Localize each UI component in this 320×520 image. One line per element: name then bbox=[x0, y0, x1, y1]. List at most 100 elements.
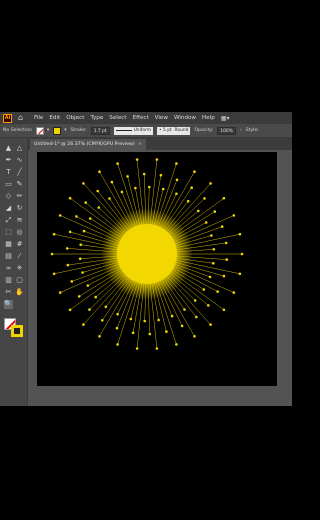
menu-effect[interactable]: Effect bbox=[133, 115, 149, 121]
burst-ray-dot[interactable] bbox=[155, 347, 159, 350]
burst-ray-dot[interactable] bbox=[195, 315, 198, 319]
burst-ray-dot[interactable] bbox=[101, 319, 104, 322]
burst-ray-dot[interactable] bbox=[197, 209, 200, 213]
free-transform-tool-icon[interactable]: ⬚ bbox=[4, 228, 13, 237]
home-icon[interactable]: ⌂ bbox=[18, 114, 26, 122]
burst-ray-dot[interactable] bbox=[82, 229, 86, 233]
burst-ray-dot[interactable] bbox=[110, 180, 114, 184]
brush-definition[interactable]: • 5 pt. Round bbox=[157, 126, 191, 135]
burst-ray-dot[interactable] bbox=[52, 232, 56, 236]
burst-ray-dot[interactable] bbox=[175, 178, 179, 182]
burst-ray-dot[interactable] bbox=[183, 308, 186, 311]
fill-stroke-widget[interactable] bbox=[4, 318, 24, 338]
burst-ray-dot[interactable] bbox=[161, 187, 165, 191]
selection-tool-icon[interactable]: ▲ bbox=[4, 144, 13, 153]
burst-ray-dot[interactable] bbox=[175, 162, 178, 165]
dropdown-arrow-icon[interactable]: ▾ bbox=[47, 128, 49, 133]
pencil-tool-icon[interactable]: ✏ bbox=[15, 192, 24, 201]
shaper-tool-icon[interactable]: ◇ bbox=[4, 192, 13, 201]
burst-ray-dot[interactable] bbox=[209, 182, 212, 185]
burst-ray-dot[interactable] bbox=[81, 271, 84, 274]
burst-ray-dot[interactable] bbox=[170, 314, 174, 318]
eraser-tool-icon[interactable]: ◢ bbox=[4, 204, 13, 213]
burst-ray-dot[interactable] bbox=[148, 332, 152, 336]
direct-selection-tool-icon[interactable]: △ bbox=[15, 144, 24, 153]
perspective-grid-tool-icon[interactable]: ▦ bbox=[4, 240, 13, 249]
burst-ray-dot[interactable] bbox=[116, 162, 119, 165]
width-tool-icon[interactable]: ≋ bbox=[15, 216, 24, 225]
burst-ray-dot[interactable] bbox=[58, 214, 62, 217]
burst-ray-dot[interactable] bbox=[65, 247, 69, 250]
burst-ray-dot[interactable] bbox=[135, 158, 139, 161]
burst-ray-dot[interactable] bbox=[165, 330, 168, 333]
burst-ray-dot[interactable] bbox=[50, 252, 54, 256]
menu-object[interactable]: Object bbox=[66, 115, 84, 121]
burst-ray-dot[interactable] bbox=[209, 323, 212, 326]
burst-ray-dot[interactable] bbox=[78, 257, 82, 260]
burst-ray-dot[interactable] bbox=[134, 186, 137, 190]
opacity-field[interactable]: 100% bbox=[217, 126, 236, 135]
menu-window[interactable]: Window bbox=[174, 115, 196, 121]
burst-ray-dot[interactable] bbox=[148, 185, 151, 189]
variable-width-profile[interactable]: Uniform bbox=[113, 126, 154, 135]
close-icon[interactable]: × bbox=[138, 142, 142, 147]
burst-ray-dot[interactable] bbox=[75, 215, 78, 218]
opacity-label[interactable]: Opacity: bbox=[194, 128, 213, 133]
burst-ray-dot[interactable] bbox=[186, 199, 190, 203]
menu-type[interactable]: Type bbox=[90, 115, 103, 121]
burst-ray-dot[interactable] bbox=[232, 214, 236, 217]
burst-ray-dot[interactable] bbox=[68, 230, 72, 234]
hand-tool-icon[interactable]: ✋ bbox=[15, 288, 24, 297]
burst-ray-dot[interactable] bbox=[58, 291, 62, 294]
burst-ray-dot[interactable] bbox=[175, 192, 178, 196]
burst-ray-dot[interactable] bbox=[193, 170, 196, 173]
burst-ray-dot[interactable] bbox=[180, 324, 184, 328]
burst-ray-dot[interactable] bbox=[142, 172, 146, 176]
burst-ray-dot[interactable] bbox=[96, 189, 99, 193]
artboard[interactable] bbox=[37, 152, 277, 386]
symbol-sprayer-tool-icon[interactable]: ✳ bbox=[15, 264, 24, 273]
burst-ray-dot[interactable] bbox=[222, 308, 226, 312]
menu-file[interactable]: File bbox=[34, 115, 43, 121]
burst-ray-dot[interactable] bbox=[82, 182, 85, 185]
menu-select[interactable]: Select bbox=[109, 115, 126, 121]
burst-ray-dot[interactable] bbox=[120, 190, 124, 194]
burst-ray-dot[interactable] bbox=[159, 173, 163, 177]
slice-tool-icon[interactable]: ✂ bbox=[4, 288, 13, 297]
gradient-tool-icon[interactable]: ▤ bbox=[4, 252, 13, 261]
burst-ray-dot[interactable] bbox=[104, 305, 108, 309]
burst-ray-dot[interactable] bbox=[68, 196, 72, 200]
menu-edit[interactable]: Edit bbox=[49, 115, 60, 121]
burst-ray-dot[interactable] bbox=[94, 295, 97, 299]
artboard-tool-icon[interactable]: ▢ bbox=[15, 276, 24, 285]
paintbrush-tool-icon[interactable]: ✎ bbox=[15, 180, 24, 189]
burst-ray-dot[interactable] bbox=[203, 197, 206, 200]
burst-ray-dot[interactable] bbox=[98, 335, 101, 338]
burst-ray-dot[interactable] bbox=[212, 262, 215, 265]
burst-ray-dot[interactable] bbox=[157, 318, 160, 322]
burst-ray-dot[interactable] bbox=[216, 290, 219, 293]
document-tab[interactable]: Untitled-1* @ 26.37% (CMYK/GPU Preview) × bbox=[30, 139, 146, 150]
burst-ray-dot[interactable] bbox=[155, 158, 159, 161]
burst-ray-dot[interactable] bbox=[84, 201, 87, 204]
pen-tool-icon[interactable]: ✒ bbox=[4, 156, 13, 165]
shape-builder-tool-icon[interactable]: ◎ bbox=[15, 228, 24, 237]
column-graph-tool-icon[interactable]: ▥ bbox=[4, 276, 13, 285]
burst-ray-dot[interactable] bbox=[224, 241, 228, 245]
burst-ray-dot[interactable] bbox=[202, 288, 206, 291]
burst-ray-dot[interactable] bbox=[88, 308, 91, 311]
burst-ray-dot[interactable] bbox=[115, 326, 119, 330]
dropdown-arrow-icon[interactable]: ▾ bbox=[64, 128, 66, 133]
burst-ray-dot[interactable] bbox=[204, 221, 208, 224]
curvature-tool-icon[interactable]: ∿ bbox=[15, 156, 24, 165]
burst-ray-dot[interactable] bbox=[131, 331, 135, 335]
menu-help[interactable]: Help bbox=[202, 115, 215, 121]
burst-ray-dot[interactable] bbox=[222, 196, 226, 200]
eyedropper-tool-icon[interactable]: ⁄ bbox=[15, 252, 24, 261]
menu-view[interactable]: View bbox=[155, 115, 168, 121]
burst-ray-dot[interactable] bbox=[126, 175, 129, 178]
burst-ray-dot[interactable] bbox=[116, 312, 119, 316]
mesh-tool-icon[interactable]: # bbox=[15, 240, 24, 249]
burst-ray-dot[interactable] bbox=[129, 317, 133, 321]
burst-ray-dot[interactable] bbox=[225, 258, 229, 261]
